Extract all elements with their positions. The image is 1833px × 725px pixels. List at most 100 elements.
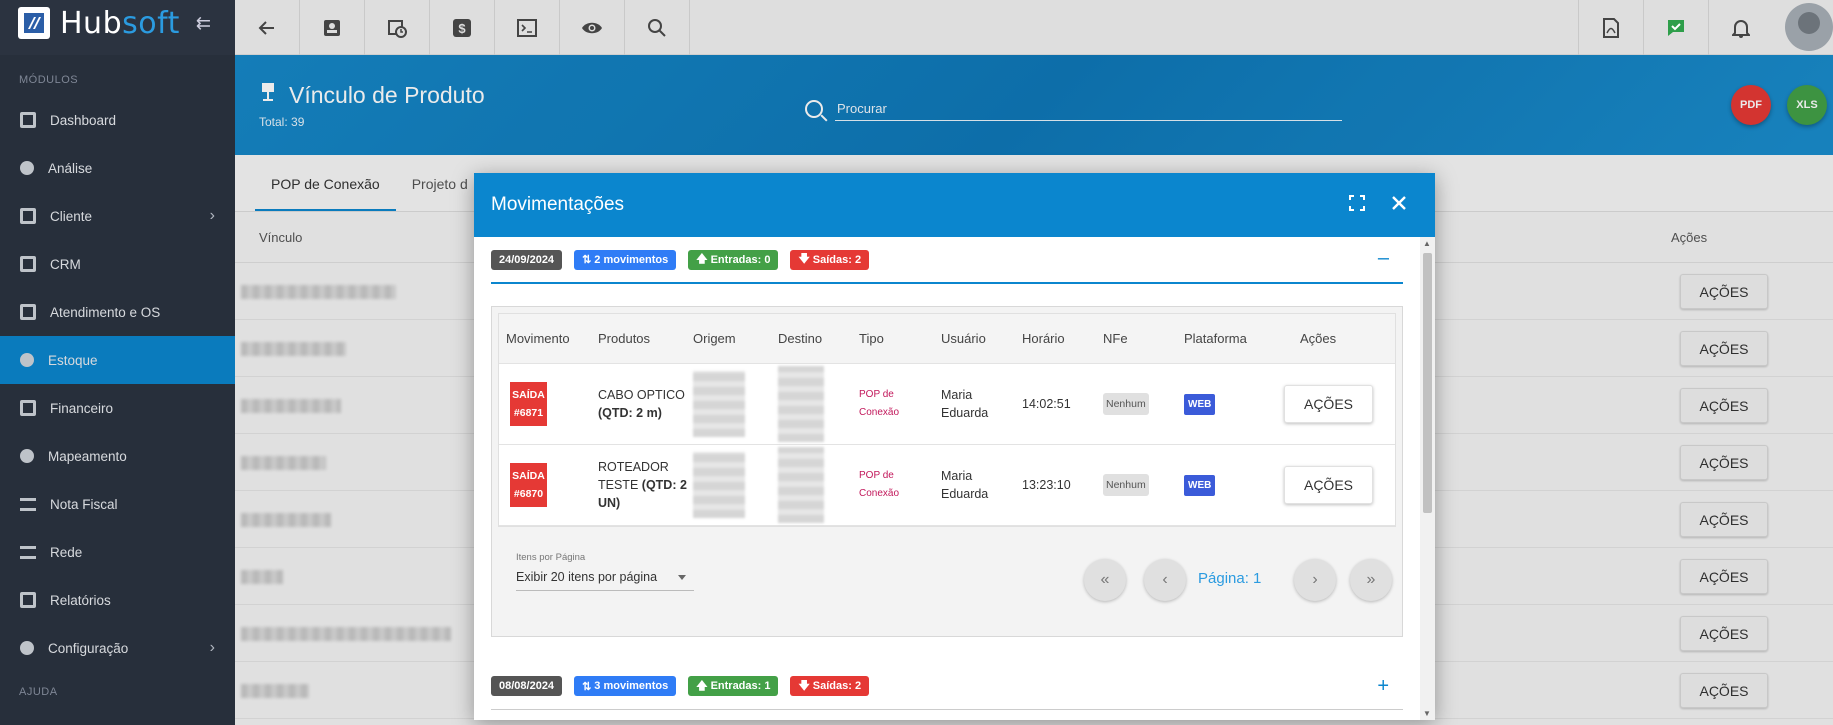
date-chip: 24/09/2024 [491,249,563,270]
modal-header: Movimentações [474,173,1435,237]
collapse-menu-icon[interactable]: ⇇ [196,13,211,34]
expand-group-icon[interactable]: + [1377,675,1389,698]
th-horario: Horário [1022,331,1065,346]
fullscreen-icon[interactable] [1349,194,1365,217]
brand-name-b: soft [122,5,180,41]
scroll-up-icon[interactable]: ▲ [1423,239,1431,248]
movements-chip: ⇅ 3 movimentos [574,676,677,696]
cell-tipo: POP de Conexão [855,386,937,422]
collapse-group-icon[interactable]: – [1378,247,1389,270]
brand-row: Hubsoft ⇇ [0,0,235,46]
table-row: SAÍDA #6870 ROTEADOR TESTE (QTD: 2 UN) POP … [499,445,1395,526]
movement-group-header[interactable]: 24/09/2024 ⇅ 2 movimentos 🡅 Entradas: 0 🡇 S… [491,237,1403,284]
cell-acoes: AÇÕES [1284,466,1395,504]
exits-chip: 🡇 Saídas: 2 [790,249,870,270]
arrow-up-icon: 🡅 [696,253,708,265]
pdf-file-icon[interactable] [1578,0,1643,55]
entries-chip: 🡅 Entradas: 1 [688,676,779,696]
th-acoes: Ações [1300,331,1337,346]
arrow-down-icon: 🡇 [798,253,810,265]
exit-badge: SAÍDA #6870 [510,463,547,507]
avatar[interactable] [1785,3,1833,51]
exit-badge-id: #6870 [513,488,544,500]
cell-horario: 13:23:10 [1022,478,1071,492]
movement-group-header[interactable]: 08/08/2024 ⇅ 3 movimentos 🡅 Entradas: 1 🡇 S… [491,663,1403,710]
cell-horario: 14:02:51 [1022,397,1071,411]
top-toolbar: $ [235,0,1833,55]
cell-movimento: SAÍDA #6871 [499,382,594,426]
cell-plataforma: WEB [1180,393,1300,415]
exit-badge: SAÍDA #6871 [510,382,547,426]
cell-origem [689,371,774,437]
chevron-left-icon: ‹ [1162,571,1168,588]
cell-movimento: SAÍDA #6870 [499,463,594,507]
cell-nfe: Nenhum [1099,474,1180,496]
bell-icon[interactable] [1708,0,1773,55]
scroll-down-icon[interactable]: ▼ [1423,709,1431,718]
double-chevron-left-icon: « [1100,571,1110,588]
brand-name-a: Hub [60,5,123,41]
nfe-badge: Nenhum [1103,393,1149,415]
close-icon[interactable] [1391,194,1407,217]
movements-chip-label: 2 movimentos [594,253,669,266]
dollar-icon[interactable]: $ [430,0,495,55]
exits-chip: 🡇 Saídas: 2 [790,676,870,696]
terminal-icon[interactable] [495,0,560,55]
last-page-button[interactable]: » [1350,559,1392,601]
product-qty: (QTD: 2 m) [598,406,662,420]
arrow-up-icon: 🡅 [696,679,708,692]
svg-text:$: $ [458,21,466,36]
page-indicator: Página: 1 [1198,570,1262,587]
exit-badge-id: #6871 [513,407,544,419]
platform-badge: WEB [1184,393,1216,415]
entries-chip: 🡅 Entradas: 0 [688,249,779,270]
cell-nfe: Nenhum [1099,393,1180,415]
items-per-page-select[interactable]: Exibir 20 itens por página [516,570,694,591]
scroll-thumb[interactable] [1423,253,1432,513]
double-chevron-right-icon: » [1366,571,1376,588]
exits-chip-label: Saídas: 2 [812,680,862,692]
contact-card-icon[interactable] [300,0,365,55]
cell-origem [689,452,774,518]
cell-acoes: AÇÕES [1284,385,1395,423]
eye-icon[interactable] [560,0,625,55]
next-page-button[interactable]: › [1294,559,1336,601]
th-plataforma: Plataforma [1184,331,1247,346]
tipo-line-1: POP de [859,470,894,481]
row-actions-button[interactable]: AÇÕES [1284,466,1373,504]
movimentacoes-modal: Movimentações 24/09/2024 ⇅ 2 movimentos 🡅… [474,173,1435,720]
search-icon[interactable] [625,0,690,55]
exits-chip-label: Saídas: 2 [812,253,862,266]
hubsoft-logo-icon [18,7,50,39]
back-arrow-icon[interactable] [235,0,300,55]
nfe-badge: Nenhum [1103,474,1149,496]
tipo-line-1: POP de [859,389,894,400]
prev-page-button[interactable]: ‹ [1144,559,1186,601]
swap-vertical-icon: ⇅ [582,680,592,693]
exit-badge-type: SAÍDA [512,470,545,482]
exit-badge-type: SAÍDA [512,389,545,401]
date-chip: 08/08/2024 [491,676,563,696]
cell-produtos: CABO OPTICO (QTD: 2 m) [594,386,689,422]
th-produtos: Produtos [598,331,651,346]
redacted-text [693,371,745,437]
th-origem: Origem [693,331,736,346]
row-actions-button[interactable]: AÇÕES [1284,385,1373,423]
th-usuario: Usuário [941,331,986,346]
table-row: SAÍDA #6871 CABO OPTICO (QTD: 2 m) POP de Co… [499,364,1395,445]
cell-plataforma: WEB [1180,474,1300,496]
items-per-page-label: Itens por Página [516,552,586,563]
modal-title: Movimentações [491,194,625,215]
brand-name: Hubsoft [60,6,180,41]
movements-table: Movimento Produtos Origem Destino Tipo U… [498,313,1396,527]
pagination-bar: Itens por Página Exibir 20 itens por pág… [492,530,1402,636]
movements-chip: ⇅ 2 movimentos [574,249,677,270]
table-header-row: Movimento Produtos Origem Destino Tipo U… [499,314,1395,364]
calendar-clock-icon[interactable] [365,0,430,55]
check-message-icon[interactable] [1643,0,1708,55]
modal-body: 24/09/2024 ⇅ 2 movimentos 🡅 Entradas: 0 🡇 S… [474,237,1420,720]
first-page-button[interactable]: « [1084,559,1126,601]
redacted-text [778,366,824,442]
movements-chip-label: 3 movimentos [594,680,669,692]
modal-scrollbar[interactable]: ▲ ▼ [1420,237,1435,720]
